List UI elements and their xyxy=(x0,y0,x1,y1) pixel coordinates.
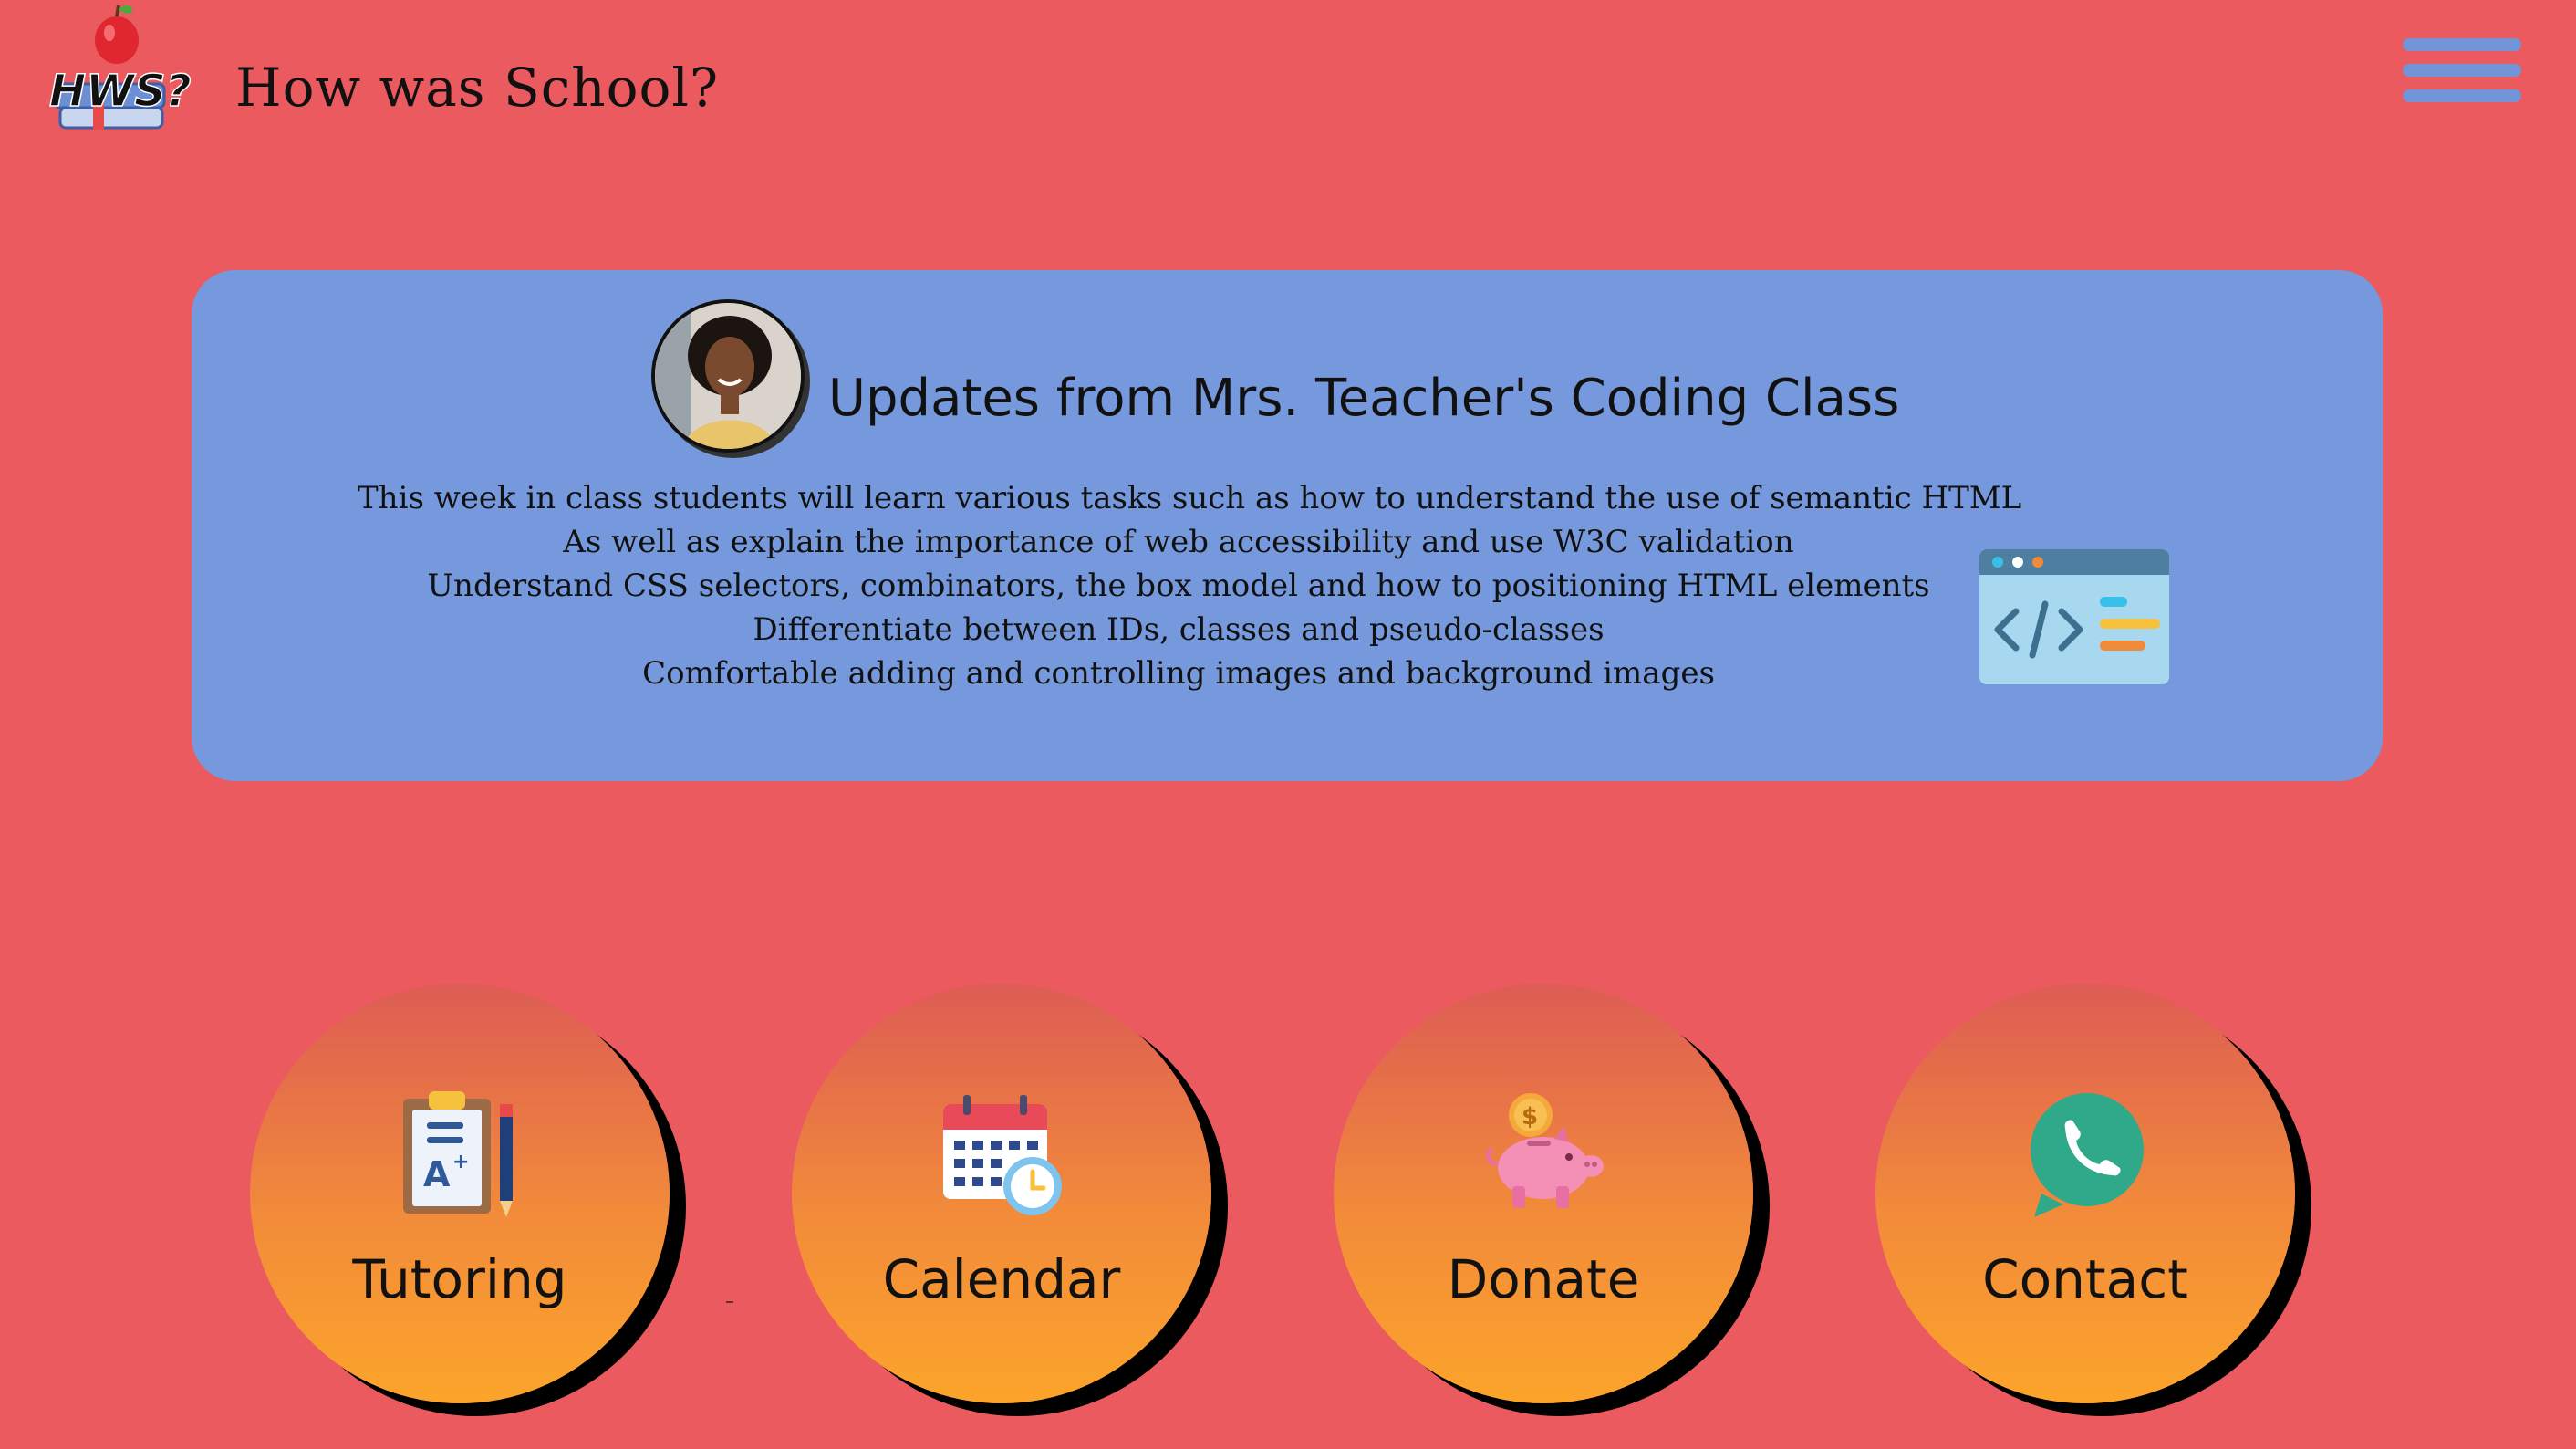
update-title: Updates from Mrs. Teacher's Coding Class xyxy=(828,369,1900,428)
calendar-clock-icon xyxy=(938,1091,1065,1219)
clipboard-grade-icon: A + xyxy=(396,1091,524,1219)
donate-label: Donate xyxy=(1447,1248,1640,1310)
svg-text:+: + xyxy=(452,1151,469,1173)
teacher-avatar-icon xyxy=(651,299,805,453)
menu-bar xyxy=(2403,64,2521,77)
update-line: Understand CSS selectors, combinators, t… xyxy=(427,568,1930,604)
update-line: Comfortable adding and controlling image… xyxy=(642,655,1715,692)
divider xyxy=(726,1301,733,1303)
calendar-button[interactable]: Calendar xyxy=(792,984,1211,1403)
contact-label: Contact xyxy=(1982,1248,2188,1310)
update-line: As well as explain the importance of web… xyxy=(563,524,1794,560)
phone-chat-icon xyxy=(2021,1091,2149,1219)
contact-button[interactable]: Contact xyxy=(1875,984,2295,1403)
menu-bar xyxy=(2403,89,2521,102)
hws-logo-icon[interactable]: HWS? xyxy=(46,0,192,146)
menu-bar xyxy=(2403,38,2521,51)
update-line: This week in class students will learn v… xyxy=(358,480,2022,516)
update-body: This week in class students will learn v… xyxy=(358,476,2022,695)
piggy-bank-icon: $ xyxy=(1480,1091,1607,1219)
svg-text:A: A xyxy=(423,1154,451,1194)
tutoring-button[interactable]: A + Tutoring xyxy=(250,984,670,1403)
site-title: How was School? xyxy=(235,57,720,119)
update-line: Differentiate between IDs, classes and p… xyxy=(753,611,1605,648)
calendar-label: Calendar xyxy=(882,1248,1121,1310)
tutoring-label: Tutoring xyxy=(352,1248,567,1310)
hamburger-menu-icon[interactable] xyxy=(2403,36,2521,106)
svg-text:HWS?: HWS? xyxy=(49,66,192,117)
svg-text:$: $ xyxy=(1522,1103,1538,1131)
code-window-icon xyxy=(1978,547,2171,686)
donate-button[interactable]: $ Donate xyxy=(1334,984,1753,1403)
